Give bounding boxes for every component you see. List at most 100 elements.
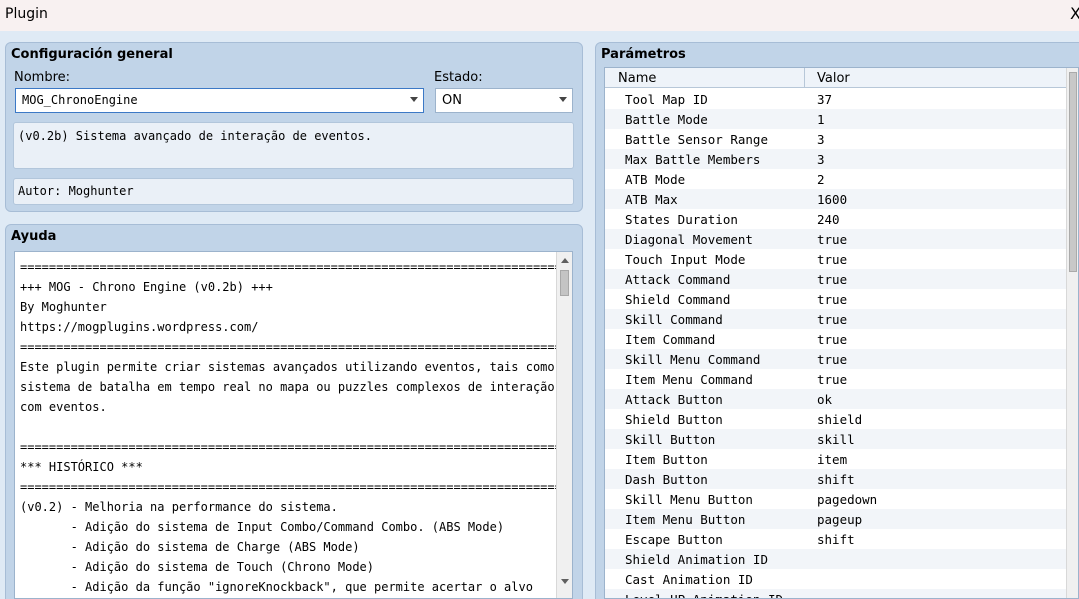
help-line: - Adição do sistema de Charge (ABS Mode) bbox=[20, 540, 360, 554]
scroll-thumb[interactable] bbox=[560, 270, 569, 296]
param-value: shift bbox=[817, 472, 855, 487]
param-row[interactable]: Shield Command true bbox=[605, 289, 1068, 309]
param-row[interactable]: Cast Animation ID bbox=[605, 569, 1068, 589]
param-value: 3 bbox=[817, 132, 825, 147]
param-name: Level UP Animation ID bbox=[625, 592, 783, 598]
param-name: Escape Button bbox=[625, 532, 723, 547]
param-value: true bbox=[817, 292, 848, 307]
params-scrollbar[interactable] bbox=[1066, 68, 1078, 598]
param-name: Battle Mode bbox=[625, 112, 708, 127]
scroll-thumb[interactable] bbox=[1069, 72, 1077, 272]
scroll-down-icon[interactable] bbox=[561, 579, 569, 584]
param-row[interactable]: States Duration 240 bbox=[605, 209, 1068, 229]
param-row[interactable]: ATB Mode 2 bbox=[605, 169, 1068, 189]
param-row[interactable]: Attack Button ok bbox=[605, 389, 1068, 409]
param-row[interactable]: Skill Button skill bbox=[605, 429, 1068, 449]
param-row[interactable]: Shield Animation ID bbox=[605, 549, 1068, 569]
param-row[interactable]: Shield Button shield bbox=[605, 409, 1068, 429]
param-row[interactable]: Item Button item bbox=[605, 449, 1068, 469]
param-row[interactable]: Item Menu Command true bbox=[605, 369, 1068, 389]
param-value: true bbox=[817, 332, 848, 347]
param-row[interactable]: Battle Sensor Range 3 bbox=[605, 129, 1068, 149]
param-name: Diagonal Movement bbox=[625, 232, 753, 247]
help-line: +++ MOG - Chrono Engine (v0.2b) +++ bbox=[20, 280, 273, 294]
param-value: shield bbox=[817, 412, 863, 427]
param-name: Skill Command bbox=[625, 312, 723, 327]
help-scrollbar[interactable] bbox=[556, 252, 572, 598]
param-row[interactable]: Touch Input Mode true bbox=[605, 249, 1068, 269]
params-header: Name Valor bbox=[605, 68, 1068, 88]
state-label: Estado: bbox=[434, 70, 483, 85]
params-table[interactable]: Name Valor Tool Map ID 37 Battle Mode 1 Batt… bbox=[604, 67, 1079, 599]
plugin-name-value: MOG_ChronoEngine bbox=[22, 93, 138, 107]
param-row[interactable]: Attack Command true bbox=[605, 269, 1068, 289]
chevron-down-icon bbox=[559, 97, 567, 102]
general-config-title: Configuración general bbox=[11, 47, 173, 62]
scroll-up-icon[interactable] bbox=[561, 258, 569, 263]
param-row[interactable]: ATB Max 1600 bbox=[605, 189, 1068, 209]
plugin-state-select[interactable]: ON bbox=[435, 88, 573, 113]
param-name: Item Button bbox=[625, 452, 708, 467]
param-name: Dash Button bbox=[625, 472, 708, 487]
help-line: - Adição do sistema de Input Combo/Comma… bbox=[20, 520, 505, 534]
author-box: Autor: Moghunter bbox=[13, 178, 574, 205]
param-value: skill bbox=[817, 432, 855, 447]
help-text-area[interactable]: ========================================… bbox=[14, 251, 573, 599]
param-value: 1 bbox=[817, 112, 825, 127]
param-value: 1600 bbox=[817, 192, 848, 207]
param-value: true bbox=[817, 372, 848, 387]
param-value: true bbox=[817, 312, 848, 327]
param-row[interactable]: Skill Menu Button pagedown bbox=[605, 489, 1068, 509]
param-name: Touch Input Mode bbox=[625, 252, 746, 267]
param-row[interactable]: Battle Mode 1 bbox=[605, 109, 1068, 129]
param-row[interactable]: Skill Menu Command true bbox=[605, 349, 1068, 369]
title-bar: Plugin X bbox=[0, 0, 1079, 31]
param-name: States Duration bbox=[625, 212, 738, 227]
column-divider[interactable] bbox=[804, 68, 805, 88]
param-row[interactable]: Escape Button shift bbox=[605, 529, 1068, 549]
param-value: ok bbox=[817, 392, 833, 407]
param-value: pageup bbox=[817, 512, 863, 527]
param-value: pagedown bbox=[817, 492, 878, 507]
param-value: true bbox=[817, 232, 848, 247]
close-icon[interactable]: X bbox=[1070, 4, 1079, 23]
help-line: By Moghunter bbox=[20, 300, 107, 314]
help-line: ========================================… bbox=[20, 260, 573, 274]
param-row[interactable]: Skill Command true bbox=[605, 309, 1068, 329]
param-row[interactable]: Level UP Animation ID bbox=[605, 589, 1068, 598]
help-line: (v0.2) - Melhoria na performance do sist… bbox=[20, 500, 338, 514]
param-name: Skill Menu Command bbox=[625, 352, 761, 367]
help-line: sistema de batalha em tempo real no mapa… bbox=[20, 380, 555, 394]
param-name: Battle Sensor Range bbox=[625, 132, 768, 147]
help-line: https://mogplugins.wordpress.com/ bbox=[20, 320, 259, 334]
chevron-down-icon bbox=[410, 97, 418, 102]
param-name: Max Battle Members bbox=[625, 152, 761, 167]
col-value-header[interactable]: Valor bbox=[817, 71, 850, 86]
param-row[interactable]: Diagonal Movement true bbox=[605, 229, 1068, 249]
name-label: Nombre: bbox=[14, 70, 71, 85]
param-name: Attack Command bbox=[625, 272, 731, 287]
param-name: Tool Map ID bbox=[625, 92, 708, 107]
general-config-panel: Configuración general Nombre: Estado: MO… bbox=[5, 42, 583, 212]
param-value: 37 bbox=[817, 92, 833, 107]
param-name: Cast Animation ID bbox=[625, 572, 753, 587]
param-row[interactable]: Max Battle Members 3 bbox=[605, 149, 1068, 169]
description-box: (v0.2b) Sistema avançado de interação de… bbox=[13, 122, 574, 169]
param-row[interactable]: Tool Map ID 37 bbox=[605, 89, 1068, 109]
param-name: Item Command bbox=[625, 332, 716, 347]
param-value: true bbox=[817, 352, 848, 367]
param-row[interactable]: Dash Button shift bbox=[605, 469, 1068, 489]
help-line: com eventos. bbox=[20, 400, 107, 414]
col-name-header[interactable]: Name bbox=[618, 71, 656, 86]
param-name: Item Menu Command bbox=[625, 372, 753, 387]
help-line: ========================================… bbox=[20, 340, 573, 354]
param-value: shift bbox=[817, 532, 855, 547]
help-line: ========================================… bbox=[20, 480, 573, 494]
param-row[interactable]: Item Command true bbox=[605, 329, 1068, 349]
param-name: Skill Button bbox=[625, 432, 716, 447]
param-name: Skill Menu Button bbox=[625, 492, 753, 507]
help-line: - Adição do sistema de Touch (Chrono Mod… bbox=[20, 560, 375, 574]
plugin-name-select[interactable]: MOG_ChronoEngine bbox=[15, 88, 424, 113]
param-value: true bbox=[817, 272, 848, 287]
param-row[interactable]: Item Menu Button pageup bbox=[605, 509, 1068, 529]
